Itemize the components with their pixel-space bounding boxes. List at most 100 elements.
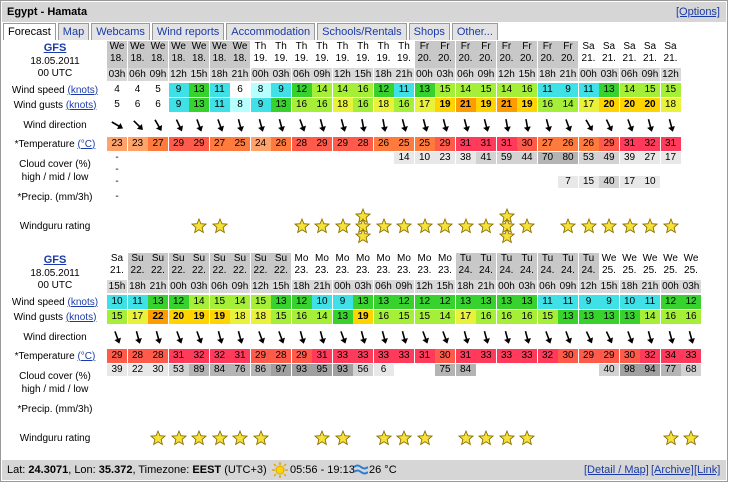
wind-arrow-icon — [620, 113, 640, 137]
day-header: Mo 23. — [315, 253, 329, 276]
hour-cell: 21h — [640, 280, 660, 293]
wind-arrow-icon — [292, 113, 312, 137]
wind-arrow-icon — [558, 113, 578, 137]
day-header: Su 22. — [250, 253, 271, 280]
cloud-high-cell: 84 — [455, 364, 476, 376]
wind-speed-cell: 10 — [619, 295, 640, 309]
hour-cell: 21h — [558, 68, 578, 81]
precip-cell — [374, 402, 394, 414]
cloud-mid-cell — [620, 376, 640, 388]
cloud-low-cell — [169, 388, 189, 400]
wind-speed-cell: 16 — [517, 83, 537, 97]
cloud-mid-cell — [640, 164, 660, 176]
title-bar: Egypt - Hamata [Options] — [2, 2, 726, 22]
wind-gusts-cell: 16 — [373, 310, 394, 324]
cloud-low-cell — [210, 388, 230, 400]
precip-cell — [128, 402, 148, 414]
model-link[interactable]: GFS — [5, 254, 105, 267]
cloud-high-cell — [251, 152, 271, 164]
rating-star-icon — [661, 429, 681, 447]
hour-cell: 18h — [209, 68, 230, 81]
cloud-low-cell — [189, 388, 209, 400]
knots-link[interactable]: (knots) — [68, 297, 99, 308]
hour-cell: 12h — [332, 68, 353, 81]
knots-link[interactable]: (knots) — [66, 100, 97, 111]
cloud-high-cell — [538, 364, 558, 376]
wind-arrow-icon — [435, 113, 455, 137]
model-link[interactable]: GFS — [5, 42, 105, 55]
temperature-cell: 23 — [107, 137, 127, 151]
day-header: Tu 24. — [517, 253, 537, 280]
day-header: Su 22. — [148, 253, 168, 280]
celsius-link[interactable]: (°C) — [77, 351, 95, 362]
rating-star-icon — [497, 227, 517, 245]
wind-speed-cell: 13 — [455, 295, 476, 309]
cloud-mid-cell — [456, 376, 476, 388]
day-header: Th 19. — [397, 41, 411, 64]
cloud-high-cell: 98 — [619, 364, 640, 376]
wind-speed-cell: 16 — [353, 83, 373, 97]
day-header: Fr 20. — [558, 41, 578, 68]
tab-shops[interactable]: Shops — [408, 23, 450, 40]
cloud-mid-cell — [251, 376, 271, 388]
cloud-high-cell: 38 — [455, 152, 476, 164]
cloud-high-cell — [374, 152, 394, 164]
celsius-link[interactable]: (°C) — [77, 139, 95, 150]
tab-schools-rentals[interactable]: Schools/Rentals — [317, 23, 407, 40]
wind-gusts-cell: 18 — [660, 98, 681, 112]
link-link[interactable]: [Link] — [694, 464, 720, 476]
cloud-low-cell — [497, 176, 517, 188]
rating-label: Windguru rating — [19, 432, 91, 444]
hour-cell: 18h — [127, 280, 148, 293]
cloud-mid-cell — [333, 164, 353, 176]
tab-forecast[interactable]: Forecast — [3, 23, 56, 40]
day-header: Th 19. — [356, 41, 370, 64]
cloud-low-cell — [476, 388, 496, 400]
cloud-low-cell — [435, 176, 455, 188]
wind-gusts-cell: 6 — [148, 98, 168, 112]
wind-speed-cell: 12 — [291, 295, 312, 309]
tab-map[interactable]: Map — [57, 23, 90, 40]
knots-link[interactable]: (knots) — [68, 85, 99, 96]
temperature-cell: 29 — [168, 137, 189, 151]
rating-star-icon — [210, 429, 230, 447]
cloud-high-cell: 70 — [537, 152, 558, 164]
day-header: Sa 21. — [602, 41, 616, 64]
options-link[interactable]: [Options] — [676, 6, 720, 18]
temperature-cell: 31 — [414, 349, 435, 363]
cloud-high-cell — [415, 364, 435, 376]
cloud-mid-cell — [271, 376, 291, 388]
hour-cell: 03h — [107, 68, 127, 81]
knots-link[interactable]: (knots) — [66, 312, 97, 323]
cloud-high-cell: 40 — [599, 364, 619, 376]
hour-cell: 09h — [558, 280, 578, 293]
cloud-high-cell: 14 — [394, 152, 414, 164]
wind-speed-cell: 13 — [353, 295, 373, 309]
cloud-low-cell — [374, 176, 394, 188]
wind-arrow-icon — [169, 113, 189, 137]
run-date: 18.05.2011 — [30, 267, 80, 279]
day-header: Fr 20. — [476, 41, 496, 68]
precip-cell — [435, 190, 455, 202]
precip-cell — [558, 402, 578, 414]
wind-gusts-cell: 18 — [332, 98, 353, 112]
cloud-mid-cell — [558, 376, 578, 388]
temperature-cell: 33 — [394, 349, 414, 363]
tab-webcams[interactable]: Webcams — [91, 23, 150, 40]
tab-other[interactable]: Other... — [451, 23, 498, 40]
hour-cell: 09h — [394, 280, 414, 293]
wind-gusts-cell: 16 — [537, 98, 558, 112]
cloud-low-cell — [312, 388, 332, 400]
temperature-cell: 30 — [558, 349, 578, 363]
footer-bar: Lat: 24.3071, Lon: 35.372, Timezone: EES… — [2, 460, 726, 480]
wind-speed-cell: 14 — [496, 83, 517, 97]
tab-wind-reports[interactable]: Wind reports — [151, 23, 225, 40]
cloud-mid-cell — [579, 164, 599, 176]
hour-cell: 03h — [435, 68, 455, 81]
detail-map-link[interactable]: [Detail / Map] — [584, 464, 649, 476]
hour-cell: 18h — [455, 280, 476, 293]
cloud-mid-cell — [435, 164, 455, 176]
archive-link[interactable]: [Archive] — [651, 464, 694, 476]
tab-accommodation[interactable]: Accommodation — [226, 23, 316, 40]
wind-gusts-cell: 18 — [230, 310, 250, 324]
